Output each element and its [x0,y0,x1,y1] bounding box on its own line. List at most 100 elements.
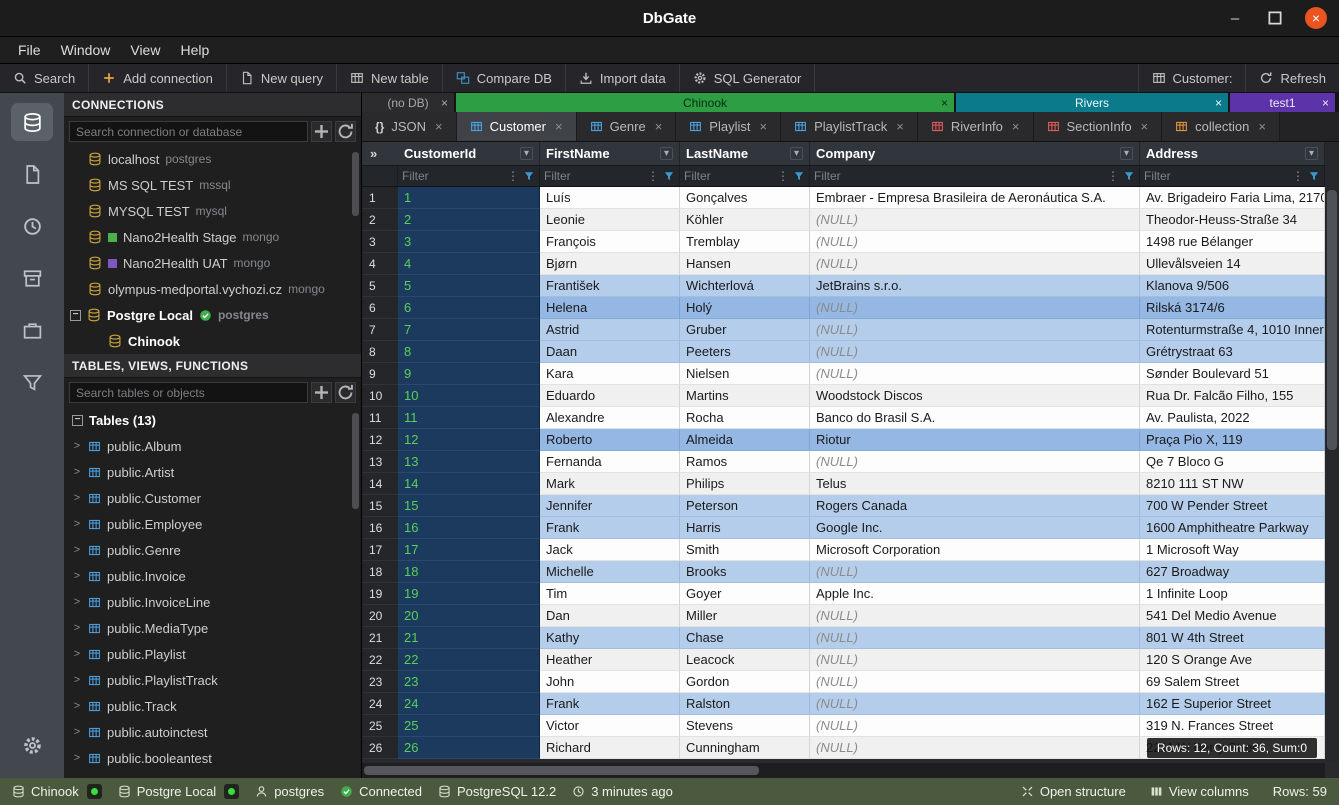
menu-dots-icon[interactable]: ⋮ [647,169,659,183]
grid-cell[interactable]: 1600 Amphitheatre Parkway [1140,517,1325,539]
grid-cell[interactable]: 319 N. Frances Street [1140,715,1325,737]
table-item[interactable]: >public.MediaType [64,615,361,641]
new-table-button[interactable]: New table [337,64,443,92]
grid-cell[interactable]: (NULL) [810,605,1140,627]
grid-cell[interactable]: 22 [398,649,540,671]
chevron-down-icon[interactable]: ▾ [790,147,803,160]
rail-history-button[interactable] [11,207,53,245]
column-header-address[interactable]: Address▾ [1140,142,1325,165]
grid-cell[interactable]: Rotenturmstraße 4, 1010 Innere Stadt [1140,319,1325,341]
grid-cell[interactable]: 3 [398,231,540,253]
funnel-icon[interactable] [793,170,805,182]
status-open-structure[interactable]: Open structure [1021,784,1126,799]
grid-cell[interactable]: Qe 7 Bloco G [1140,451,1325,473]
add-object-button[interactable] [311,382,332,403]
menu-help[interactable]: Help [170,40,219,60]
connection-item[interactable]: olympus-medportal.vychozi.czmongo [64,276,361,302]
rail-filters-button[interactable] [11,363,53,401]
row-number[interactable]: 9 [362,363,398,385]
objects-search-input[interactable] [69,382,308,403]
grid-cell[interactable]: Riotur [810,429,1140,451]
grid-cell[interactable]: Kathy [540,627,680,649]
grid-cell[interactable]: 700 W Pender Street [1140,495,1325,517]
column-header-firstname[interactable]: FirstName▾ [540,142,680,165]
grid-cell[interactable]: Roberto [540,429,680,451]
grid-cell[interactable]: Brooks [680,561,810,583]
close-icon[interactable]: × [655,119,663,134]
grid-cell[interactable]: Almeida [680,429,810,451]
row-number[interactable]: 10 [362,385,398,407]
grid-cell[interactable]: Rilská 3174/6 [1140,297,1325,319]
grid-cell[interactable]: Miller [680,605,810,627]
db-group-rivers[interactable]: Rivers× [956,93,1228,112]
rail-plugins-button[interactable] [11,311,53,349]
grid-cell[interactable]: Chase [680,627,810,649]
grid-cell[interactable]: (NULL) [810,649,1140,671]
grid-cell[interactable]: Dan [540,605,680,627]
connection-item[interactable]: localhostpostgres [64,146,361,172]
grid-cell[interactable]: Ullevålsveien 14 [1140,253,1325,275]
grid-cell[interactable]: Gonçalves [680,187,810,209]
grid-cell[interactable]: Av. Paulista, 2022 [1140,407,1325,429]
tab-genre[interactable]: Genre× [577,112,677,141]
row-number[interactable]: 3 [362,231,398,253]
menu-dots-icon[interactable]: ⋮ [1107,169,1119,183]
grid-cell[interactable]: Holý [680,297,810,319]
db-group--no-db-[interactable]: (no DB)× [362,93,454,112]
status-connected[interactable]: Connected [340,784,422,799]
grid-cell[interactable]: Telus [810,473,1140,495]
grid-cell[interactable]: Leacock [680,649,810,671]
row-number[interactable]: 11 [362,407,398,429]
column-header-company[interactable]: Company▾ [810,142,1140,165]
grid-cell[interactable]: Ramos [680,451,810,473]
row-number[interactable]: 19 [362,583,398,605]
grid-cell[interactable]: Grétrystraat 63 [1140,341,1325,363]
row-number[interactable]: 4 [362,253,398,275]
row-number[interactable]: 16 [362,517,398,539]
chevron-down-icon[interactable]: ▾ [1120,147,1133,160]
filter-input-customerid[interactable] [402,169,507,183]
table-item[interactable]: >public.Artist [64,459,361,485]
menu-dots-icon[interactable]: ⋮ [777,169,789,183]
grid-cell[interactable]: (NULL) [810,715,1140,737]
close-button[interactable]: × [1305,7,1327,29]
row-number[interactable]: 12 [362,429,398,451]
rail-archive-button[interactable] [11,259,53,297]
current-tab-button[interactable]: Customer: [1138,64,1246,92]
grid-cell[interactable]: Victor [540,715,680,737]
grid-cell[interactable]: 541 Del Medio Avenue [1140,605,1325,627]
column-header-lastname[interactable]: LastName▾ [680,142,810,165]
funnel-icon[interactable] [1308,170,1320,182]
grid-cell[interactable]: (NULL) [810,451,1140,473]
refresh-objects-button[interactable] [335,382,356,403]
grid-cell[interactable]: Ralston [680,693,810,715]
grid-cell[interactable]: 6 [398,297,540,319]
grid-cell[interactable]: 11 [398,407,540,429]
grid-cell[interactable]: 13 [398,451,540,473]
grid-cell[interactable]: 23 [398,671,540,693]
grid-cell[interactable]: Apple Inc. [810,583,1140,605]
tab-sectioninfo[interactable]: SectionInfo× [1034,112,1163,141]
row-number[interactable]: 1 [362,187,398,209]
grid-cell[interactable]: Rocha [680,407,810,429]
tab-collection[interactable]: collection× [1162,112,1280,141]
vertical-scrollbar-thumb[interactable] [1327,190,1337,450]
column-header-customerid[interactable]: CustomerId▾ [398,142,540,165]
rail-connections-button[interactable] [11,103,53,141]
grid-cell[interactable]: Kara [540,363,680,385]
row-number[interactable]: 26 [362,737,398,759]
grid-cell[interactable]: 5 [398,275,540,297]
grid-cell[interactable]: 801 W 4th Street [1140,627,1325,649]
close-icon[interactable]: × [441,97,448,109]
grid-cell[interactable]: (NULL) [810,297,1140,319]
tab-json[interactable]: {}JSON× [362,112,457,141]
minimize-button[interactable]: – [1225,8,1245,28]
grid-cell[interactable]: (NULL) [810,737,1140,759]
table-item[interactable]: >public.Genre [64,537,361,563]
row-number[interactable]: 2 [362,209,398,231]
grid-cell[interactable]: Peterson [680,495,810,517]
grid-cell[interactable]: (NULL) [810,363,1140,385]
tab-playlisttrack[interactable]: PlaylistTrack× [781,112,918,141]
search-button[interactable]: Search [0,64,89,92]
chevron-down-icon[interactable]: ▾ [660,147,673,160]
